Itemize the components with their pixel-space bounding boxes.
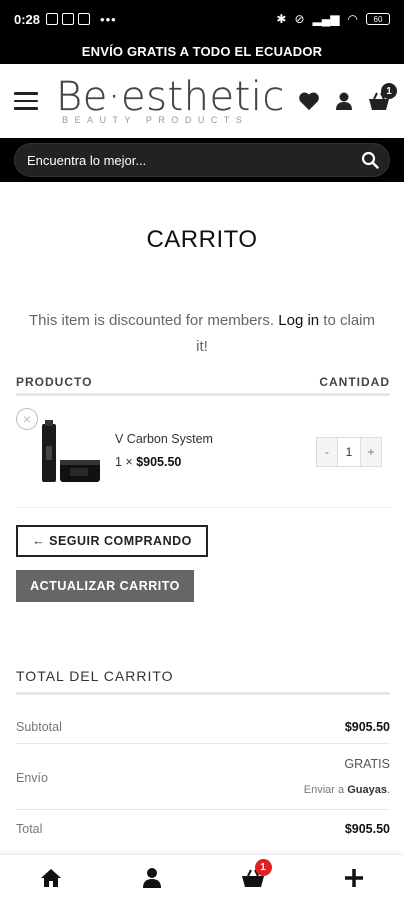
shipping-row: Envío GRATIS Enviar a Guayas. [16,744,390,810]
subtotal-label: Subtotal [16,720,62,734]
site-header: Be·esthetic BEAUTY PRODUCTS 1 [0,64,404,138]
search-bar: Encuentra lo mejor... [0,138,404,182]
continue-shopping-button[interactable]: ← SEGUIR COMPRANDO [16,525,208,557]
product-name[interactable]: V Carbon System [115,432,213,446]
shipping-destination: Enviar a Guayas. [304,784,390,796]
heart-icon[interactable] [298,91,320,111]
column-product: PRODUCTO [16,374,93,389]
nav-home[interactable] [21,868,81,888]
bottom-navigation: 1 [0,854,404,900]
product-qty-prefix: 1 × [115,455,137,469]
logo-tagline: BEAUTY PRODUCTS [62,115,249,125]
status-bar: 0:28 ••• ✱ ⊘ ▂▄▆ ◠ 60 [0,0,404,38]
shipping-label: Envío [16,771,48,785]
status-time: 0:28 [14,11,41,27]
app-notification-icon [62,13,75,25]
home-icon [40,868,61,887]
trash-icon [46,13,59,25]
product-thumbnail[interactable] [34,416,108,488]
logo[interactable]: Be·esthetic BEAUTY PRODUCTS [56,77,298,125]
quantity-stepper: - 1 + [316,437,382,467]
youtube-icon [78,13,91,25]
menu-icon[interactable] [14,92,38,110]
member-discount-notice: This item is discounted for members. Log… [26,308,378,360]
status-notification-icons [46,13,91,25]
member-msg-before: This item is discounted for members. [29,312,279,329]
promo-text: ENVÍO GRATIS A TODO EL ECUADOR [81,43,323,59]
quantity-increase-button[interactable]: + [361,438,381,466]
user-icon [142,867,161,888]
total-label: Total [16,822,43,836]
shipping-dest-prefix: Enviar a [303,784,348,796]
shipping-dest-region: Guayas [347,784,387,796]
promo-banner: ENVÍO GRATIS A TODO EL ECUADOR [0,38,404,64]
shipping-value: GRATIS [344,757,390,771]
column-quantity: CANTIDAD [319,374,390,389]
search-icon[interactable] [361,151,379,169]
cart-table-header: PRODUCTO CANTIDAD [16,372,390,396]
total-row: Total $905.50 [16,810,390,846]
cart-totals-title: TOTAL DEL CARRITO [16,668,390,695]
page-title: CARRITO [146,226,258,253]
account-icon[interactable] [334,91,354,111]
total-value: $905.50 [344,822,390,836]
plus-icon [344,868,363,887]
cart-item: × V Carbon System 1 × $905.50 - 1 + [16,404,390,508]
wifi-icon: ◠ [347,12,358,26]
battery-level: 60 [373,14,383,24]
more-notifications-icon: ••• [100,11,117,27]
login-link[interactable]: Log in [278,312,319,329]
nav-more[interactable] [324,868,384,888]
status-right-icons: ✱ ⊘ ▂▄▆ ◠ 60 [276,12,390,26]
subtotal-value: $905.50 [344,720,390,734]
header-actions: 1 [298,83,397,111]
quantity-decrease-button[interactable]: - [317,438,337,466]
nav-cart-badge: 1 [254,858,272,876]
signal-icon: ▂▄▆ [312,12,340,26]
nav-account[interactable] [122,867,182,889]
update-cart-button[interactable]: ACTUALIZAR CARRITO [16,570,194,602]
product-price-line: 1 × $905.50 [115,455,181,469]
header-cart-button[interactable]: 1 [368,83,397,111]
alarm-icon: ⊘ [294,12,305,26]
search-input[interactable]: Encuentra lo mejor... [14,143,390,177]
nav-cart[interactable]: 1 [223,858,283,888]
battery-icon: 60 [366,13,390,25]
search-placeholder: Encuentra lo mejor... [27,152,147,168]
product-price: $905.50 [136,455,182,469]
bluetooth-icon: ✱ [276,12,287,26]
cart-count-badge: 1 [381,83,397,99]
subtotal-row: Subtotal $905.50 [16,712,390,744]
quantity-input[interactable]: 1 [337,438,361,466]
shipping-dest-suffix: . [386,784,390,796]
logo-brand: Be·esthetic [56,74,285,120]
